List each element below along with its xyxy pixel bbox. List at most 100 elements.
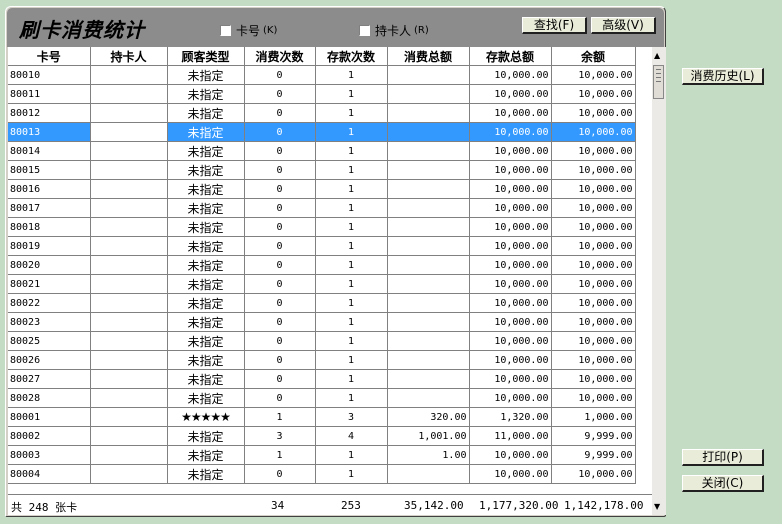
table-row[interactable]: 80026 未指定 0 1 10,000.00 10,000.00 [8, 350, 636, 370]
deposit-total-cell: 10,000.00 [469, 160, 552, 180]
table-row[interactable]: 80019 未指定 0 1 10,000.00 10,000.00 [8, 236, 636, 256]
deposit-count-cell: 1 [315, 293, 388, 313]
column-header[interactable]: 顾客类型 [167, 47, 245, 66]
spend-count-cell: 0 [244, 369, 316, 389]
scroll-down-arrow-icon[interactable]: ▼ [654, 502, 660, 511]
deposit-count-cell: 1 [315, 122, 388, 142]
advanced-button[interactable]: 高级(V) [591, 17, 656, 34]
customer-type-cell: 未指定 [167, 122, 245, 142]
card-no-cell: 80016 [8, 179, 91, 199]
deposit-count-cell: 1 [315, 445, 388, 465]
holder-cell [90, 426, 168, 446]
table-row[interactable]: 80016 未指定 0 1 10,000.00 10,000.00 [8, 179, 636, 199]
deposit-count-cell: 1 [315, 160, 388, 180]
holder-cell [90, 122, 168, 142]
customer-type-cell: 未指定 [167, 350, 245, 370]
column-header[interactable]: 余额 [551, 47, 636, 66]
spend-count-cell: 0 [244, 274, 316, 294]
deposit-total-cell: 10,000.00 [469, 141, 552, 161]
deposit-count-cell: 1 [315, 217, 388, 237]
column-header[interactable]: 存款次数 [315, 47, 388, 66]
balance-cell: 10,000.00 [551, 312, 636, 332]
deposit-count-cell: 1 [315, 103, 388, 123]
card-no-cell: 80011 [8, 84, 91, 104]
deposit-count-cell: 4 [315, 426, 388, 446]
title-bar: 刷卡消费统计 卡号 (K) 持卡人 (R) 查找(F) 高级(V) [7, 8, 664, 47]
spend-count-cell: 1 [244, 445, 316, 465]
table-row[interactable]: 80002 未指定 3 4 1,001.00 11,000.00 9,999.00 [8, 426, 636, 446]
column-header[interactable]: 卡号 [8, 47, 91, 66]
card-no-cell: 80001 [8, 407, 91, 427]
column-header[interactable]: 消费次数 [244, 47, 316, 66]
balance-cell: 10,000.00 [551, 65, 636, 85]
table-row[interactable]: 80010 未指定 0 1 10,000.00 10,000.00 [8, 65, 636, 85]
spend-total-cell: 320.00 [387, 407, 470, 427]
table-row[interactable]: 80022 未指定 0 1 10,000.00 10,000.00 [8, 293, 636, 313]
balance-cell: 10,000.00 [551, 179, 636, 199]
spend-count-cell: 0 [244, 217, 316, 237]
customer-type-cell: 未指定 [167, 141, 245, 161]
holder-cell [90, 236, 168, 256]
spend-total-cell [387, 84, 470, 104]
card-no-cell: 80017 [8, 198, 91, 218]
scroll-thumb[interactable] [653, 65, 664, 99]
vertical-scrollbar[interactable]: ▲ ▼ [652, 47, 666, 515]
deposit-total-cell: 10,000.00 [469, 369, 552, 389]
spend-total-cell [387, 179, 470, 199]
deposit-total-cell: 10,000.00 [469, 388, 552, 408]
table-row[interactable]: 80001 ★★★★★ 1 3 320.00 1,320.00 1,000.00 [8, 407, 636, 427]
balance-cell: 10,000.00 [551, 274, 636, 294]
table-row[interactable]: 80027 未指定 0 1 10,000.00 10,000.00 [8, 369, 636, 389]
deposit-total-cell: 11,000.00 [469, 426, 552, 446]
customer-type-cell: 未指定 [167, 274, 245, 294]
table-row[interactable]: 80013 未指定 0 1 10,000.00 10,000.00 [8, 122, 636, 142]
holder-filter-checkbox[interactable]: 持卡人 (R) [359, 22, 429, 39]
balance-cell: 10,000.00 [551, 84, 636, 104]
find-button[interactable]: 查找(F) [522, 17, 587, 34]
deposit-count-cell: 1 [315, 65, 388, 85]
table-row[interactable]: 80023 未指定 0 1 10,000.00 10,000.00 [8, 312, 636, 332]
column-header[interactable]: 持卡人 [90, 47, 168, 66]
checkbox-box[interactable] [220, 25, 231, 36]
card-no-filter-checkbox[interactable]: 卡号 (K) [220, 22, 277, 39]
holder-cell [90, 198, 168, 218]
scroll-up-arrow-icon[interactable]: ▲ [654, 51, 660, 60]
customer-type-cell: 未指定 [167, 464, 245, 484]
spend-total-cell [387, 103, 470, 123]
table-row[interactable]: 80004 未指定 0 1 10,000.00 10,000.00 [8, 464, 636, 484]
print-button[interactable]: 打印(P) [682, 449, 764, 466]
total-balance: 1,142,178.00 [564, 499, 644, 512]
table-row[interactable]: 80014 未指定 0 1 10,000.00 10,000.00 [8, 141, 636, 161]
checkbox-box[interactable] [359, 25, 370, 36]
balance-cell: 10,000.00 [551, 388, 636, 408]
spend-count-cell: 0 [244, 236, 316, 256]
table-row[interactable]: 80012 未指定 0 1 10,000.00 10,000.00 [8, 103, 636, 123]
customer-type-cell: 未指定 [167, 217, 245, 237]
card-no-cell: 80018 [8, 217, 91, 237]
data-grid[interactable]: 卡号 持卡人 顾客类型 消费次数 存款次数 消费总额 存款总额 余额 80010 未指定 0 1 10… [8, 47, 652, 515]
table-row[interactable]: 80028 未指定 0 1 10,000.00 10,000.00 [8, 388, 636, 408]
table-row[interactable]: 80003 未指定 1 1 1.00 10,000.00 9,999.00 [8, 445, 636, 465]
table-row[interactable]: 80021 未指定 0 1 10,000.00 10,000.00 [8, 274, 636, 294]
card-no-filter-key: (K) [263, 25, 278, 36]
table-row[interactable]: 80025 未指定 0 1 10,000.00 10,000.00 [8, 331, 636, 351]
table-row[interactable]: 80011 未指定 0 1 10,000.00 10,000.00 [8, 84, 636, 104]
table-row[interactable]: 80017 未指定 0 1 10,000.00 10,000.00 [8, 198, 636, 218]
table-row[interactable]: 80020 未指定 0 1 10,000.00 10,000.00 [8, 255, 636, 275]
card-no-cell: 80003 [8, 445, 91, 465]
table-row[interactable]: 80018 未指定 0 1 10,000.00 10,000.00 [8, 217, 636, 237]
spend-total-cell [387, 464, 470, 484]
stats-table: 卡号 持卡人 顾客类型 消费次数 存款次数 消费总额 存款总额 余额 80010 未指定 0 1 10… [8, 47, 636, 484]
spend-total-cell [387, 369, 470, 389]
customer-type-cell: ★★★★★ [167, 407, 245, 427]
column-header[interactable]: 存款总额 [469, 47, 552, 66]
consumption-history-button[interactable]: 消费历史(L) [682, 68, 764, 85]
column-header[interactable]: 消费总额 [387, 47, 470, 66]
balance-cell: 10,000.00 [551, 464, 636, 484]
close-button[interactable]: 关闭(C) [682, 475, 764, 492]
spend-total-cell [387, 198, 470, 218]
balance-cell: 1,000.00 [551, 407, 636, 427]
total-deposit-count: 253 [341, 499, 361, 512]
spend-count-cell: 0 [244, 255, 316, 275]
table-row[interactable]: 80015 未指定 0 1 10,000.00 10,000.00 [8, 160, 636, 180]
